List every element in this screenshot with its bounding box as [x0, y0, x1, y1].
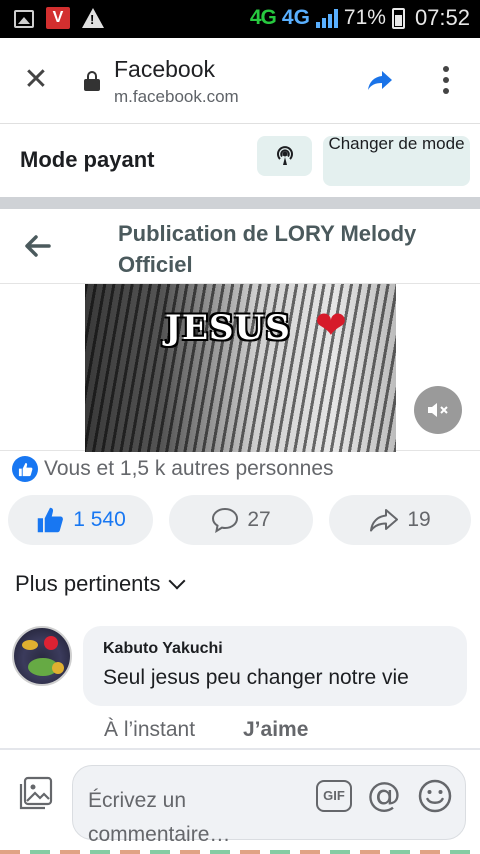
share-button[interactable]: 19 [329, 495, 471, 545]
comment-author[interactable]: Kabuto Yakuchi [103, 640, 223, 658]
chevron-down-icon [168, 572, 186, 590]
mute-button[interactable] [414, 386, 462, 434]
comment-sort-dropdown[interactable]: Plus pertinents [15, 571, 186, 597]
share-count: 19 [407, 508, 431, 531]
comment-sort-label: Plus pertinents [15, 571, 161, 596]
signal-icon [315, 8, 338, 28]
comment-composer: Écrivez un commentaire… GIF @ [0, 750, 480, 854]
change-mode-button[interactable]: Changer de mode [323, 136, 470, 186]
keyboard-peek [0, 850, 480, 854]
video-overlay-text: JESUS [165, 308, 291, 348]
comment-bubble[interactable]: Kabuto Yakuchi Seul jesus peu changer no… [83, 626, 467, 706]
app-v-icon: V [46, 7, 70, 29]
network-type-b: 4G [281, 6, 310, 29]
comment-text: Seul jesus peu changer notre vie [103, 666, 409, 689]
mention-icon[interactable]: @ [367, 776, 401, 814]
comment-timestamp: À l’instant [104, 718, 196, 741]
share-icon [370, 509, 399, 532]
reactions-summary[interactable]: Vous et 1,5 k autres personnes [12, 456, 334, 482]
lock-icon[interactable] [84, 71, 100, 91]
comment-input-placeholder: Écrivez un commentaire… [88, 789, 231, 846]
close-icon[interactable]: ✕ [22, 65, 50, 95]
back-arrow-icon[interactable] [22, 231, 52, 261]
mode-bar: Mode payant Changer de mode [0, 125, 480, 197]
volume-muted-icon [428, 403, 448, 417]
post-header: Publication de LORY Melody Officiel [0, 209, 480, 283]
battery-percent: 71% [343, 6, 386, 29]
video-player[interactable]: JESUS ❤ [85, 284, 396, 452]
comment-bubble-icon [212, 507, 239, 533]
site-title: Facebook [114, 56, 216, 82]
clock: 07:52 [414, 5, 470, 30]
like-button[interactable]: 1 540 [8, 495, 153, 545]
share-arrow-icon[interactable] [366, 66, 394, 94]
section-divider [0, 197, 480, 209]
avatar[interactable] [12, 626, 72, 686]
status-bar-notifications: V ! [14, 7, 104, 29]
site-url: m.facebook.com [114, 87, 239, 106]
comment-like-button[interactable]: J’aime [243, 718, 308, 742]
network-type-a: 4G [249, 6, 277, 29]
mode-title: Mode payant [20, 147, 155, 172]
comment-button[interactable]: 27 [169, 495, 313, 545]
like-count: 1 540 [73, 508, 126, 531]
comment-input[interactable]: Écrivez un commentaire… GIF @ [72, 765, 466, 846]
broadcast-icon [276, 146, 293, 165]
gallery-icon [14, 10, 34, 28]
thumbs-up-icon [37, 507, 64, 533]
status-bar-system: 4G 4G 71% 07:52 [250, 5, 470, 31]
more-vertical-icon[interactable] [438, 66, 454, 98]
warning-icon: ! [82, 8, 104, 28]
battery-icon [391, 7, 405, 29]
smiley-icon[interactable] [417, 778, 453, 814]
gif-icon[interactable]: GIF [316, 780, 352, 812]
browser-toolbar: ✕ Facebook m.facebook.com [0, 38, 480, 124]
video-container: JESUS ❤ [0, 283, 480, 452]
like-reaction-icon [12, 456, 38, 482]
status-bar: V ! 4G 4G 71% 07:52 [0, 0, 480, 38]
heart-icon: ❤ [315, 305, 347, 347]
post-header-title: Publication de LORY Melody Officiel [118, 221, 417, 277]
broadcast-button[interactable] [257, 136, 312, 176]
comment-count: 27 [247, 508, 271, 531]
reactions-text: Vous et 1,5 k autres personnes [44, 457, 334, 480]
photo-icon[interactable] [17, 776, 55, 812]
